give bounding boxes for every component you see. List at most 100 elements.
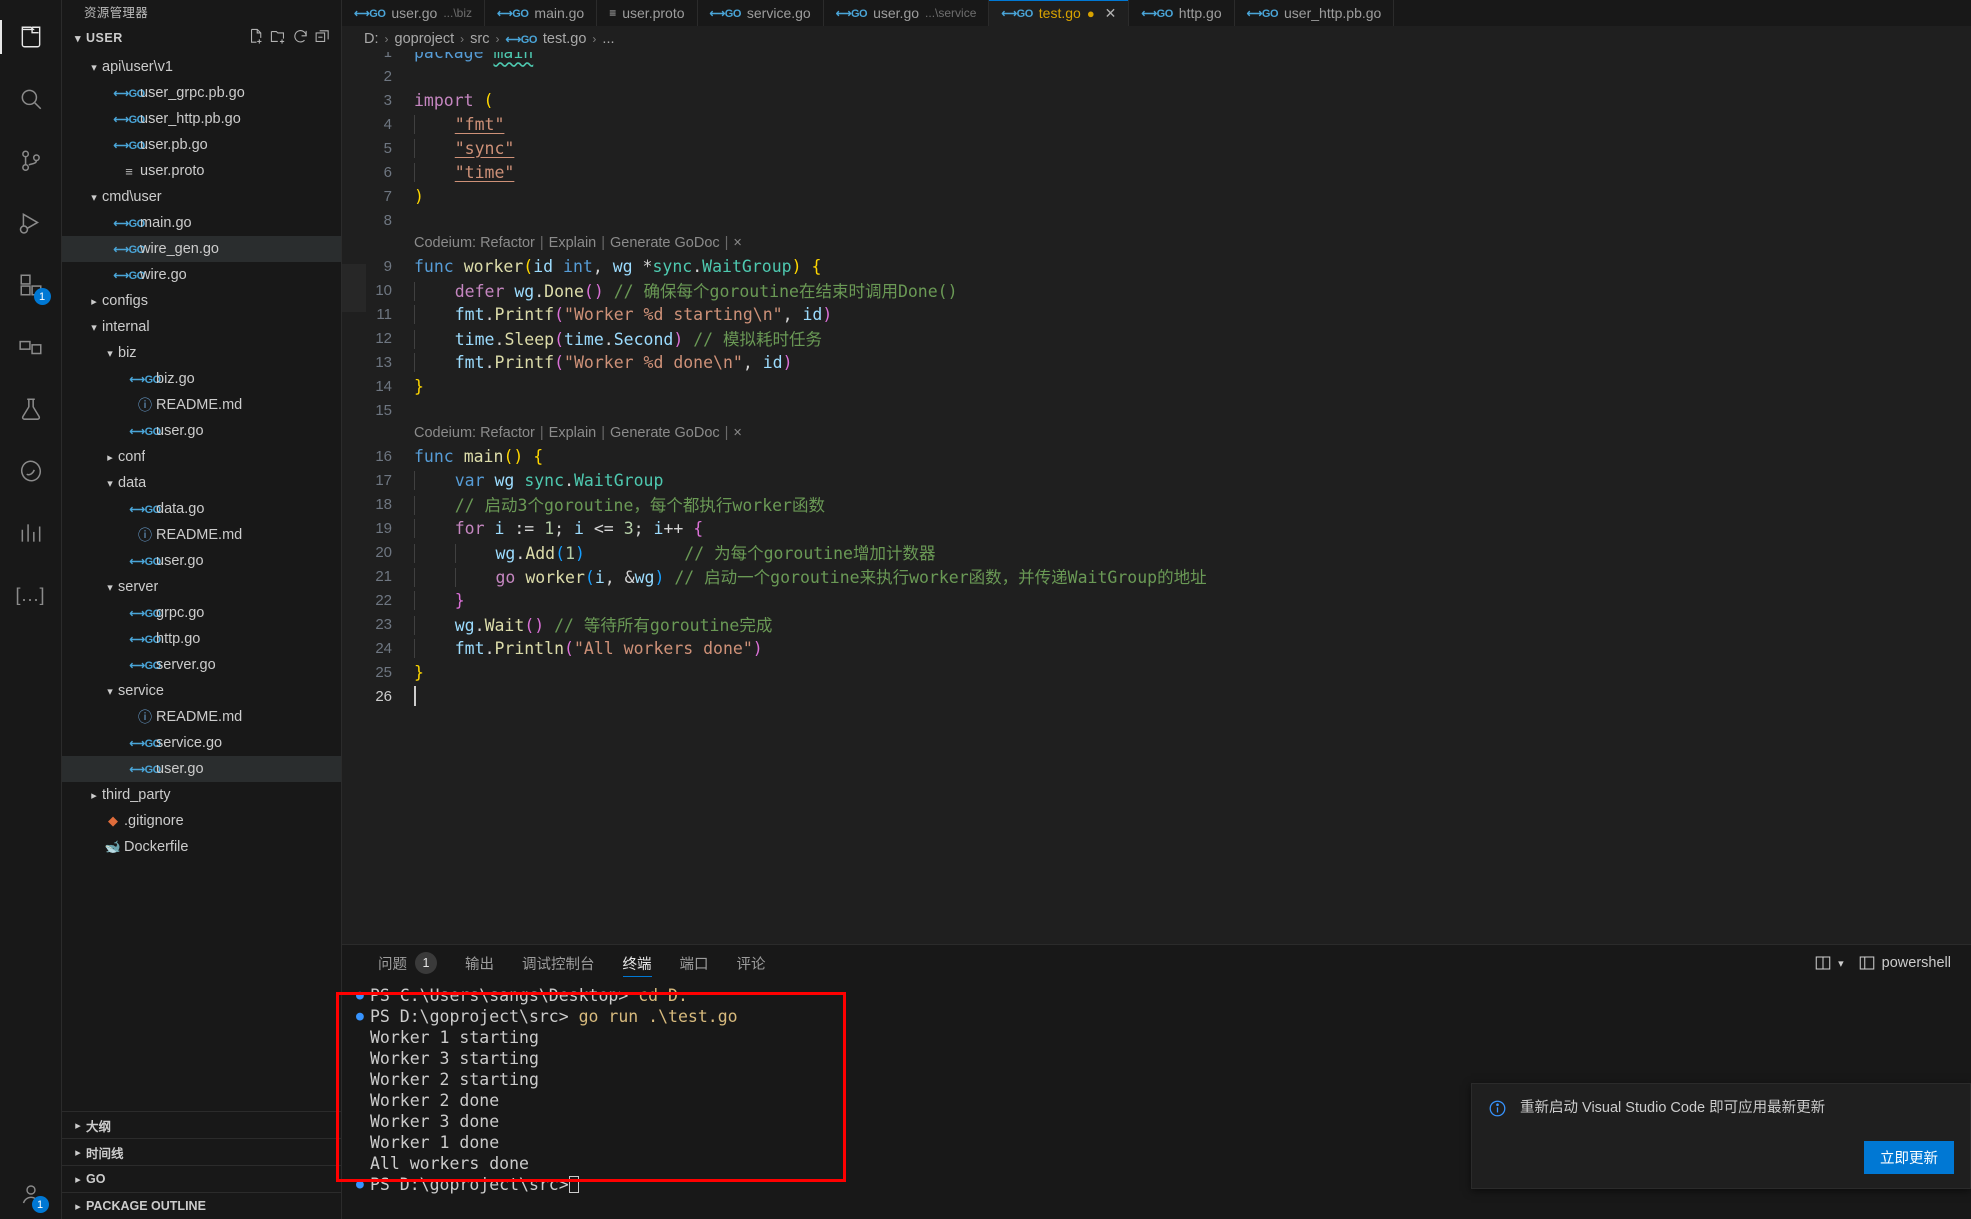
tree-item-server[interactable]: ▾ server bbox=[62, 574, 341, 600]
chevron-down-icon[interactable]: ▾ bbox=[102, 477, 118, 490]
tree-item-user_grpc-pb-go[interactable]: ⟷GO user_grpc.pb.go bbox=[62, 80, 341, 106]
activity-run-debug[interactable] bbox=[0, 192, 62, 254]
codelens-close-icon[interactable]: × bbox=[733, 235, 741, 251]
tree-item-user-pb-go[interactable]: ⟷GO user.pb.go bbox=[62, 132, 341, 158]
codelens-close-icon[interactable]: × bbox=[733, 425, 741, 441]
tree-item-conf[interactable]: ▸ conf bbox=[62, 444, 341, 470]
tree-item-user-proto[interactable]: ≡ user.proto bbox=[62, 158, 341, 184]
codelens-refactor[interactable]: Codeium: Refactor bbox=[414, 235, 535, 251]
chevron-down-icon[interactable]: ▾ bbox=[86, 191, 102, 204]
editor-tab-http-go[interactable]: ⟷GO http.go bbox=[1129, 0, 1235, 26]
codelens-generate-godoc[interactable]: Generate GoDoc bbox=[610, 425, 720, 441]
activity-testing[interactable] bbox=[0, 378, 62, 440]
activity-graph[interactable] bbox=[0, 502, 62, 564]
codelens-explain[interactable]: Explain bbox=[549, 235, 597, 251]
tree-item-service[interactable]: ▾ service bbox=[62, 678, 341, 704]
terminal-line: Worker 1 starting bbox=[356, 1027, 1971, 1048]
tree-item-readme-md[interactable]: ⓘ README.md bbox=[62, 704, 341, 730]
chevron-down-icon[interactable]: ▾ bbox=[102, 581, 118, 594]
tree-item-user-go[interactable]: ⟷GO user.go bbox=[62, 418, 341, 444]
breadcrumb-item[interactable]: D: bbox=[364, 31, 379, 47]
codelens-refactor[interactable]: Codeium: Refactor bbox=[414, 425, 535, 441]
tree-item-user_http-pb-go[interactable]: ⟷GO user_http.pb.go bbox=[62, 106, 341, 132]
terminal-prompt: PS D:\goproject\src> bbox=[370, 1007, 569, 1026]
sidebar-section-大纲[interactable]: ▸ 大纲 bbox=[62, 1111, 341, 1138]
new-file-icon[interactable] bbox=[248, 28, 265, 48]
tree-item-data-go[interactable]: ⟷GO data.go bbox=[62, 496, 341, 522]
codelens-explain[interactable]: Explain bbox=[549, 425, 597, 441]
tree-item-wire_gen-go[interactable]: ⟷GO wire_gen.go bbox=[62, 236, 341, 262]
terminal-instance-powershell[interactable]: powershell bbox=[1858, 954, 1951, 972]
collapse-all-icon[interactable] bbox=[314, 28, 331, 48]
tree-item-third_party[interactable]: ▸ third_party bbox=[62, 782, 341, 808]
update-notification[interactable]: 重新启动 Visual Studio Code 即可应用最新更新 立即更新 bbox=[1471, 1083, 1971, 1189]
tree-item-user-go[interactable]: ⟷GO user.go bbox=[62, 756, 341, 782]
tree-item--gitignore[interactable]: ◆ .gitignore bbox=[62, 808, 341, 834]
sidebar-section-go[interactable]: ▸ GO bbox=[62, 1165, 341, 1192]
editor-tab-service-go[interactable]: ⟷GO service.go bbox=[697, 0, 824, 26]
chevron-right-icon[interactable]: ▸ bbox=[86, 789, 102, 802]
sidebar-section-时间线[interactable]: ▸ 时间线 bbox=[62, 1138, 341, 1165]
sidebar-section-package-outline[interactable]: ▸ PACKAGE OUTLINE bbox=[62, 1192, 341, 1219]
tree-item-http-go[interactable]: ⟷GO http.go bbox=[62, 626, 341, 652]
refresh-icon[interactable] bbox=[292, 28, 309, 48]
editor-tab-main-go[interactable]: ⟷GO main.go bbox=[485, 0, 598, 26]
new-folder-icon[interactable] bbox=[270, 28, 287, 48]
editor-tab-user_http-pb-go[interactable]: ⟷GO user_http.pb.go bbox=[1234, 0, 1395, 26]
activity-more[interactable]: [...] bbox=[0, 564, 62, 626]
codelens-generate-godoc[interactable]: Generate GoDoc bbox=[610, 235, 720, 251]
tree-item-biz[interactable]: ▾ biz bbox=[62, 340, 341, 366]
tree-item-cmd-user[interactable]: ▾ cmd\user bbox=[62, 184, 341, 210]
chevron-down-icon[interactable]: ▾ bbox=[102, 347, 118, 360]
activity-remote-explorer[interactable] bbox=[0, 316, 62, 378]
tab-close-icon[interactable]: ✕ bbox=[1105, 5, 1117, 22]
codelens-row[interactable]: Codeium: Refactor | Explain | Generate G… bbox=[366, 232, 1971, 254]
tree-item-biz-go[interactable]: ⟷GO biz.go bbox=[62, 366, 341, 392]
tree-item-user-go[interactable]: ⟷GO user.go bbox=[62, 548, 341, 574]
tree-item-wire-go[interactable]: ⟷GO wire.go bbox=[62, 262, 341, 288]
codelens-row[interactable]: Codeium: Refactor | Explain | Generate G… bbox=[366, 422, 1971, 444]
tree-item-grpc-go[interactable]: ⟷GO grpc.go bbox=[62, 600, 341, 626]
tree-item-internal[interactable]: ▾ internal bbox=[62, 314, 341, 340]
editor-tab-user-go-4[interactable]: ⟷GO user.go ...\service bbox=[823, 0, 990, 26]
panel-tab-终端[interactable]: 终端 bbox=[609, 945, 666, 981]
panel-tab-调试控制台[interactable]: 调试控制台 bbox=[508, 945, 609, 981]
activity-accounts[interactable]: 1 bbox=[0, 1169, 62, 1219]
explorer-section-header[interactable]: ▾ USER bbox=[62, 22, 341, 54]
chevron-right-icon[interactable]: ▸ bbox=[86, 295, 102, 308]
panel-tab-评论[interactable]: 评论 bbox=[723, 945, 780, 981]
breadcrumb-item[interactable]: test.go bbox=[543, 31, 587, 47]
tree-item-configs[interactable]: ▸ configs bbox=[62, 288, 341, 314]
breadcrumb-item[interactable]: ... bbox=[602, 31, 614, 47]
panel-tab-端口[interactable]: 端口 bbox=[666, 945, 723, 981]
tree-item-dockerfile[interactable]: 🐋 Dockerfile bbox=[62, 834, 341, 860]
code-content[interactable]: 1 package main 2 3 import ( 4 "fmt" 5 "s… bbox=[366, 52, 1971, 944]
editor-tab-user-go-0[interactable]: ⟷GO user.go ...\biz bbox=[342, 0, 486, 26]
update-now-button[interactable]: 立即更新 bbox=[1864, 1141, 1954, 1174]
activity-search[interactable] bbox=[0, 68, 62, 130]
chevron-right-icon[interactable]: ▸ bbox=[102, 451, 118, 464]
tree-item-service-go[interactable]: ⟷GO service.go bbox=[62, 730, 341, 756]
tree-item-data[interactable]: ▾ data bbox=[62, 470, 341, 496]
activity-codeium[interactable] bbox=[0, 440, 62, 502]
activity-source-control[interactable] bbox=[0, 130, 62, 192]
split-terminal-button[interactable]: ▾ bbox=[1814, 954, 1844, 972]
tree-item-api-user-v1[interactable]: ▾ api\user\v1 bbox=[62, 54, 341, 80]
tree-item-readme-md[interactable]: ⓘ README.md bbox=[62, 522, 341, 548]
breadcrumb-item[interactable]: goproject bbox=[395, 31, 455, 47]
editor-tab-user-proto[interactable]: ≡ user.proto bbox=[597, 0, 698, 26]
panel-tab-输出[interactable]: 输出 bbox=[451, 945, 508, 981]
activity-explorer[interactable] bbox=[0, 6, 62, 68]
editor-tab-test-go[interactable]: ⟷GO test.go ● ✕ bbox=[989, 0, 1130, 26]
activity-extensions[interactable]: 1 bbox=[0, 254, 62, 316]
code-editor[interactable]: 1 package main 2 3 import ( 4 "fmt" 5 "s… bbox=[342, 52, 1971, 944]
tree-item-readme-md[interactable]: ⓘ README.md bbox=[62, 392, 341, 418]
chevron-down-icon[interactable]: ▾ bbox=[86, 61, 102, 74]
tree-item-main-go[interactable]: ⟷GO main.go bbox=[62, 210, 341, 236]
tree-item-server-go[interactable]: ⟷GO server.go bbox=[62, 652, 341, 678]
chevron-down-icon[interactable]: ▾ bbox=[86, 321, 102, 334]
panel-tab-问题[interactable]: 问题 1 bbox=[364, 945, 451, 981]
breadcrumb-item[interactable]: src bbox=[470, 31, 489, 47]
line-number: 6 bbox=[383, 163, 392, 181]
chevron-down-icon[interactable]: ▾ bbox=[102, 685, 118, 698]
